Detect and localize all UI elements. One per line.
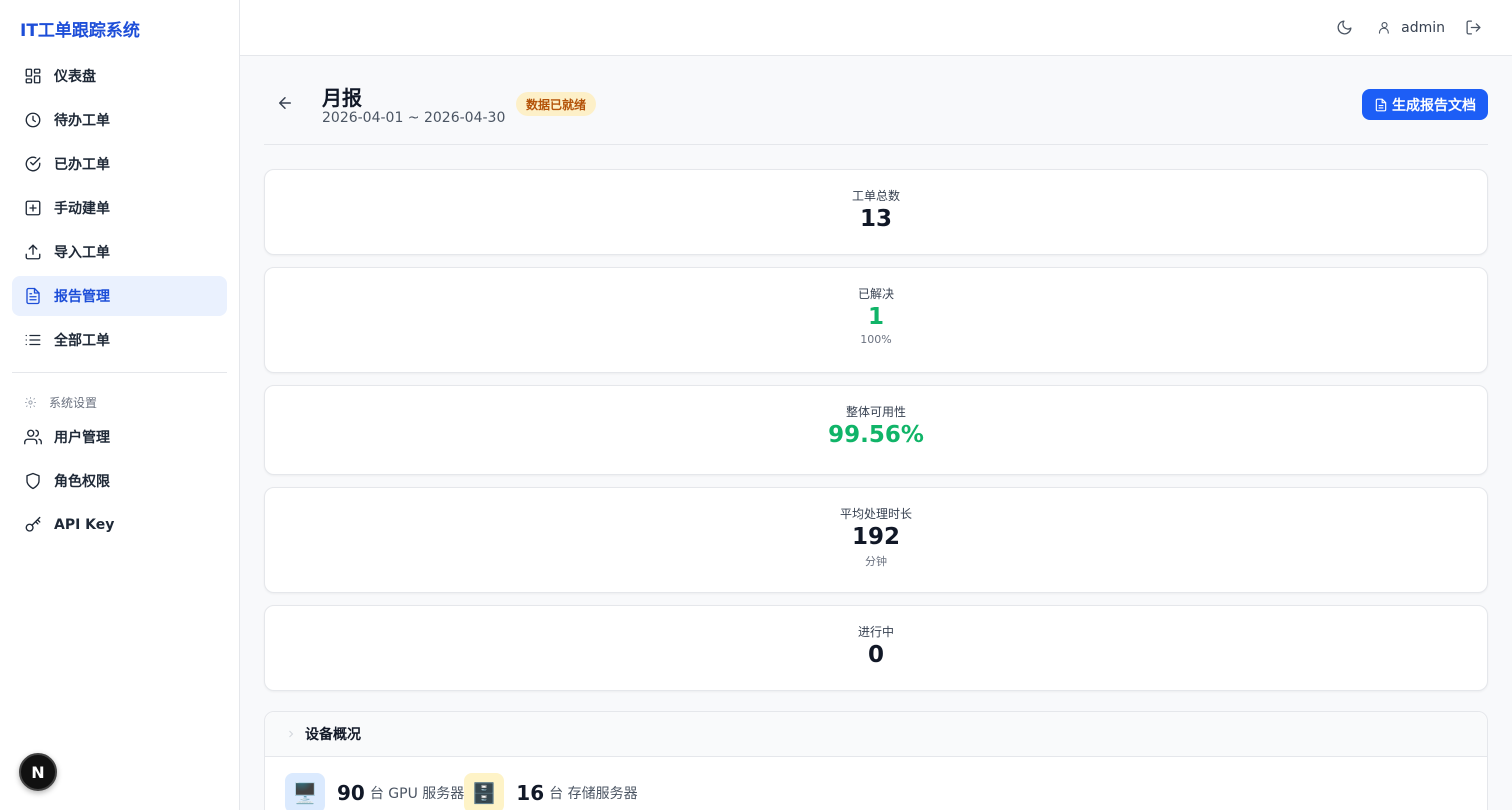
file-icon (1375, 98, 1387, 111)
sidebar-item-label: 报告管理 (54, 289, 110, 305)
gear-icon (25, 396, 36, 408)
users-icon (24, 428, 42, 446)
sidebar-item-label: 已办工单 (54, 157, 110, 173)
stat-value: 1 (867, 304, 884, 330)
sidebar-item-all[interactable]: 全部工单 (12, 320, 227, 360)
topbar: admin (240, 0, 1512, 56)
sidebar-item-dashboard[interactable]: 仪表盘 (12, 56, 227, 96)
stat-value: 0 (867, 642, 884, 668)
stat-value: 99.56% (828, 422, 924, 448)
sidebar-item-reports[interactable]: 报告管理 (12, 276, 227, 316)
file-cabinet-icon: 🗄️ (464, 773, 505, 810)
sidebar-item-import[interactable]: 导入工单 (12, 232, 227, 272)
app-title[interactable]: IT工单跟踪系统 (0, 0, 239, 56)
check-circle-icon (24, 155, 42, 173)
shield-icon (24, 472, 42, 490)
page-header: 月报 2026-04-01 ~ 2026-04-30 数据已就绪 生成报告文档 (264, 56, 1488, 145)
device-unit: 台 GPU 服务器 (369, 786, 465, 802)
stat-card-resolved: 已解决 1 100% (264, 267, 1488, 373)
sidebar-item-done[interactable]: 已办工单 (12, 144, 227, 184)
moon-icon (1337, 20, 1352, 35)
generate-report-button[interactable]: 生成报告文档 (1362, 89, 1488, 120)
stat-sub: 100% (860, 333, 892, 346)
monitor-icon: 🖥️ (285, 773, 325, 810)
clock-icon (24, 111, 42, 129)
device-item-gpu: 🖥️ 90 台 GPU 服务器 (285, 773, 464, 810)
settings-section-label: 系统设置 (0, 391, 239, 413)
date-range: 2026-04-01 ~ 2026-04-30 (322, 110, 506, 126)
logout-button[interactable] (1465, 19, 1482, 36)
back-button[interactable] (276, 94, 294, 112)
device-count: 90 (337, 781, 365, 805)
stat-label: 已解决 (857, 287, 894, 301)
sidebar-item-label: 导入工单 (54, 245, 110, 261)
sidebar-item-pending[interactable]: 待办工单 (12, 100, 227, 140)
sidebar-item-label: 全部工单 (54, 333, 110, 349)
stat-card-total: 工单总数 13 (264, 169, 1488, 255)
stat-card-in-progress: 进行中 0 (264, 605, 1488, 691)
device-unit: 台 存储服务器 (549, 786, 638, 802)
user-menu[interactable]: admin (1377, 20, 1445, 36)
device-item-storage: 🗄️ 16 台 存储服务器 (464, 773, 638, 810)
upload-icon (24, 243, 42, 261)
device-overview-header[interactable]: 设备概况 (265, 712, 1487, 757)
username: admin (1401, 19, 1445, 36)
stat-label: 平均处理时长 (839, 507, 912, 521)
sidebar-item-label: 角色权限 (54, 474, 110, 490)
theme-toggle-button[interactable] (1336, 19, 1353, 36)
sidebar-divider (12, 372, 227, 373)
sidebar-item-apikey[interactable]: API Key (12, 505, 227, 545)
main-content: 月报 2026-04-01 ~ 2026-04-30 数据已就绪 生成报告文档 … (264, 56, 1488, 810)
stat-label: 工单总数 (851, 189, 900, 203)
device-list: 🖥️ 90 台 GPU 服务器 🗄️ 16 台 存储服务器 (285, 773, 638, 810)
stat-label: 整体可用性 (845, 405, 906, 419)
nextjs-dev-badge[interactable]: N (19, 753, 57, 791)
stat-value: 13 (859, 206, 892, 232)
stat-sub: 分钟 (865, 555, 887, 568)
sidebar-item-label: 手动建单 (54, 201, 110, 217)
plus-square-icon (24, 199, 42, 217)
sidebar-item-label: 仪表盘 (54, 69, 96, 85)
sidebar-item-label: API Key (54, 517, 115, 533)
sidebar-item-roles[interactable]: 角色权限 (12, 461, 227, 501)
user-icon (1379, 21, 1389, 34)
device-count: 16 (516, 781, 545, 805)
dashboard-icon (24, 67, 42, 85)
page-title: 月报 (322, 86, 362, 110)
sidebar-nav: 仪表盘 待办工单 已办工单 手动建单 导入工单 报告管理 全部工单 (0, 56, 239, 360)
stat-card-availability: 整体可用性 99.56% (264, 385, 1488, 475)
stat-card-avg-time: 平均处理时长 192 分钟 (264, 487, 1488, 593)
sidebar-item-create[interactable]: 手动建单 (12, 188, 227, 228)
stat-label: 进行中 (857, 625, 894, 639)
arrow-left-icon (279, 97, 291, 109)
settings-nav: 用户管理 角色权限 API Key (0, 417, 239, 545)
key-icon (24, 516, 42, 534)
device-overview-title: 设备概况 (305, 727, 361, 743)
chevron-right-icon (285, 728, 297, 740)
status-badge: 数据已就绪 (516, 92, 597, 116)
logout-icon (1466, 20, 1481, 35)
file-text-icon (24, 287, 42, 305)
list-icon (24, 331, 42, 349)
stat-value: 192 (851, 524, 900, 550)
sidebar: IT工单跟踪系统 仪表盘 待办工单 已办工单 手动建单 导入工单 报告管理 全部… (0, 0, 240, 810)
device-overview-card: 设备概况 🖥️ 90 台 GPU 服务器 🗄️ 16 台 存储服务器 (264, 711, 1488, 810)
sidebar-item-label: 待办工单 (54, 113, 110, 129)
sidebar-item-label: 用户管理 (54, 430, 110, 446)
sidebar-item-users[interactable]: 用户管理 (12, 417, 227, 457)
